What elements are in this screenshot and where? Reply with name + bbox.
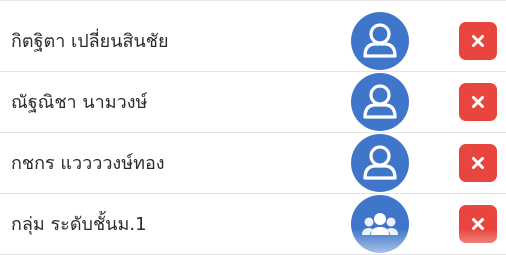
member-name: กลุ่ม ระดับชั้นม.1 xyxy=(11,213,147,235)
close-icon xyxy=(472,96,484,108)
remove-button[interactable] xyxy=(459,22,497,60)
remove-button[interactable] xyxy=(459,205,497,243)
member-name: กิตฐิตา เปลี่ยนสินชัย xyxy=(11,30,169,52)
member-list: กิตฐิตา เปลี่ยนสินชัย ณัฐณิชา นามวงษ์ กช… xyxy=(0,0,506,255)
person-icon[interactable] xyxy=(351,73,409,131)
remove-button[interactable] xyxy=(459,144,497,182)
close-icon xyxy=(472,157,484,169)
close-icon xyxy=(472,218,484,230)
member-name: กชกร แววววงษ์ทอง xyxy=(11,152,165,174)
list-item: ณัฐณิชา นามวงษ์ xyxy=(0,72,506,133)
remove-button[interactable] xyxy=(459,83,497,121)
list-item: กิตฐิตา เปลี่ยนสินชัย xyxy=(0,11,506,72)
close-icon xyxy=(472,35,484,47)
group-icon[interactable] xyxy=(351,195,409,253)
person-icon[interactable] xyxy=(351,134,409,192)
member-name: ณัฐณิชา นามวงษ์ xyxy=(11,91,148,113)
person-icon[interactable] xyxy=(351,12,409,70)
list-item: กชกร แววววงษ์ทอง xyxy=(0,133,506,194)
list-item: กลุ่ม ระดับชั้นม.1 xyxy=(0,194,506,255)
